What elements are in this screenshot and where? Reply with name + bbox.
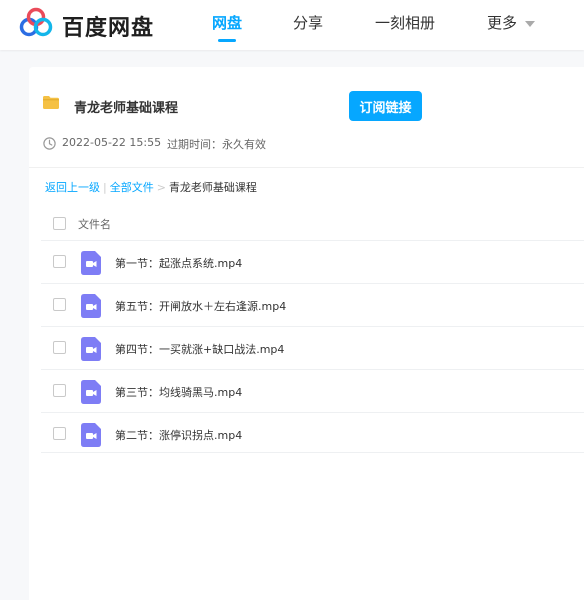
file-checkbox[interactable]	[53, 298, 66, 311]
select-all-checkbox[interactable]	[53, 217, 66, 230]
file-row[interactable]: 第五节：开闸放水＋左右逢源.mp4	[41, 283, 584, 327]
caret-down-icon	[525, 20, 536, 27]
breadcrumb-all-files-link[interactable]: 全部文件	[110, 181, 154, 194]
file-checkbox[interactable]	[53, 427, 66, 440]
video-file-icon	[81, 294, 101, 318]
video-file-icon	[81, 251, 101, 275]
share-date: 2022-05-22 15:55	[62, 136, 162, 149]
file-checkbox[interactable]	[53, 255, 66, 268]
breadcrumb-separator: |	[103, 181, 107, 194]
file-row[interactable]: 第三节：均线骑黑马.mp4	[41, 369, 584, 413]
list-bottom-divider	[41, 452, 584, 453]
expire-value: 永久有效	[222, 138, 266, 151]
file-row[interactable]: 第四节：一买就涨+缺口战法.mp4	[41, 326, 584, 370]
file-row[interactable]: 第二节：涨停识拐点.mp4	[41, 412, 584, 456]
nav-active-indicator	[218, 39, 236, 42]
subscribe-link-button[interactable]: 订阅链接	[349, 91, 422, 121]
nav-more-label: 更多	[487, 14, 518, 32]
video-file-icon	[81, 337, 101, 361]
clock-icon	[43, 137, 56, 150]
file-row[interactable]: 第一节：起涨点系统.mp4	[41, 240, 584, 284]
file-name: 第二节：涨停识拐点.mp4	[115, 429, 243, 442]
breadcrumb-chevron: >	[156, 181, 166, 194]
expire-info: 过期时间：永久有效	[167, 136, 266, 152]
breadcrumb-back-link[interactable]: 返回上一级	[45, 181, 100, 194]
baidu-netdisk-logo-icon[interactable]	[18, 7, 54, 41]
nav-more[interactable]: 更多	[487, 12, 536, 33]
breadcrumb: 返回上一级 | 全部文件 > 青龙老师基础课程	[45, 179, 257, 195]
share-panel: 青龙老师基础课程 订阅链接 2022-05-22 15:55 过期时间：永久有效…	[29, 67, 584, 600]
file-checkbox[interactable]	[53, 384, 66, 397]
folder-icon	[43, 96, 59, 109]
file-checkbox[interactable]	[53, 341, 66, 354]
top-bar: 百度网盘 网盘 分享 一刻相册 更多	[0, 0, 584, 50]
divider	[29, 167, 584, 168]
file-list-header: 文件名	[41, 207, 584, 240]
file-name: 第五节：开闸放水＋左右逢源.mp4	[115, 300, 287, 313]
file-name: 第三节：均线骑黑马.mp4	[115, 386, 243, 399]
nav-netdisk[interactable]: 网盘	[212, 12, 242, 33]
nav-share[interactable]: 分享	[293, 12, 323, 33]
nav-photo-album[interactable]: 一刻相册	[375, 12, 435, 33]
expire-label: 过期时间：	[167, 138, 222, 151]
column-header-filename: 文件名	[78, 218, 111, 231]
brand-name[interactable]: 百度网盘	[62, 10, 154, 42]
breadcrumb-current: 青龙老师基础课程	[168, 181, 257, 194]
share-title: 青龙老师基础课程	[74, 101, 179, 116]
video-file-icon	[81, 380, 101, 404]
file-name: 第四节：一买就涨+缺口战法.mp4	[115, 343, 285, 356]
file-name: 第一节：起涨点系统.mp4	[115, 257, 243, 270]
video-file-icon	[81, 423, 101, 447]
